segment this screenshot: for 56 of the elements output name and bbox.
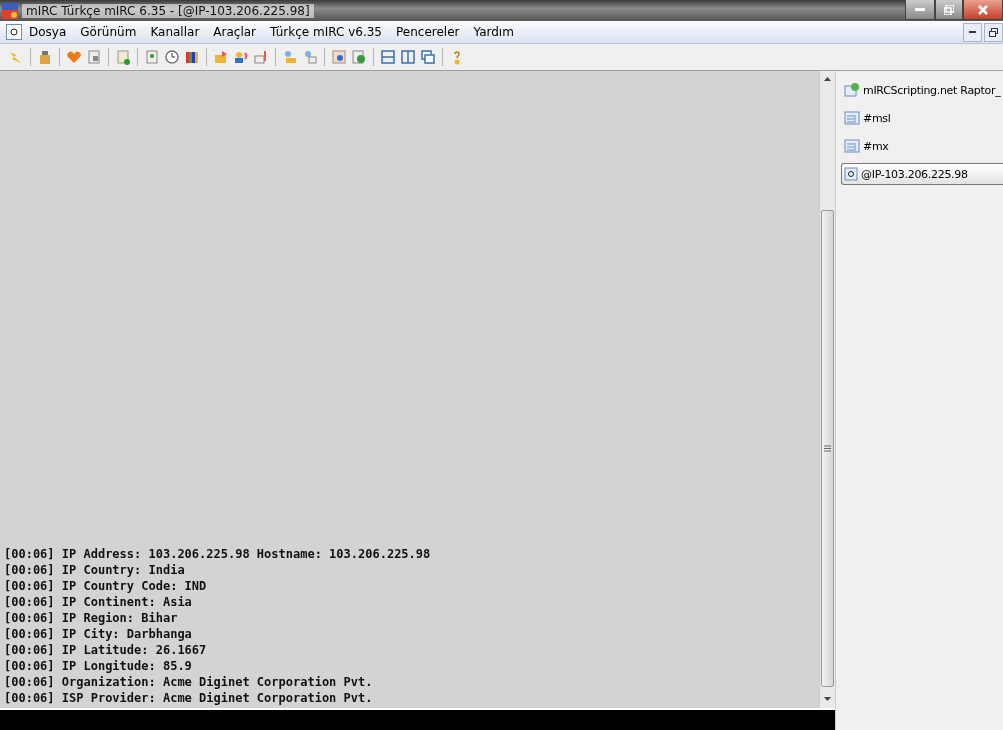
split-vertical-icon[interactable] [400,49,416,65]
window-list-item[interactable]: #mx [841,135,1003,157]
app-logo-icon [2,2,18,19]
log-line: [00:06] IP Country Code: IND [4,578,208,594]
log-line: [00:06] Organization: Acme Diginet Corporation Pvt. [4,674,374,690]
scroll-thumb[interactable] [821,210,834,687]
channel-window-icon [844,138,860,154]
person-icon[interactable] [233,49,249,65]
folder-icon[interactable] [213,49,229,65]
log-line: [00:06] IP Latitude: 26.1667 [4,642,208,658]
window-list-item[interactable]: #msl [841,107,1003,129]
query-window-icon [844,167,858,181]
window-menu-icon[interactable] [6,24,22,40]
menu-item[interactable]: Pencereler [389,25,467,39]
menu-item[interactable]: Kanallar [143,25,207,39]
grip-icon [824,445,831,452]
log-line: [00:06] ISP Provider: Acme Diginet Corporation Pvt. [4,690,374,706]
window-list-item[interactable]: mIRCScripting.net Raptor_ [841,79,1003,101]
close-icon [978,4,988,15]
channel-window-icon [844,110,860,126]
window-list-item[interactable]: @IP-103.206.225.98 [841,163,1003,185]
status-window-icon [844,82,860,98]
window-name: mIRCScripting.net Raptor_ [863,83,1001,97]
window-title: mIRC Türkçe mIRC 6.35 - [@IP-103.206.225.98] [22,3,314,18]
window-name: #mx [863,139,889,153]
menu-item[interactable]: Yardım [466,25,521,39]
minimize-button[interactable] [963,22,982,42]
minimize-button[interactable] [905,0,935,20]
books-icon[interactable] [184,49,200,65]
restore-button[interactable] [984,22,1003,42]
log-line: [00:06] IP Country: India [4,562,186,578]
menu-item[interactable]: Türkçe mIRC v6.35 [263,25,389,39]
window-name: @IP-103.206.225.98 [861,167,968,181]
scroll-up-icon[interactable] [823,75,832,84]
log-line: [00:06] IP Longitude: 85.9 [4,658,193,674]
menu-item[interactable]: Araçlar [206,25,264,39]
minimize-icon [915,7,925,12]
minimize-icon [969,31,976,33]
log-line: [00:06] IP City: Darbhanga [4,626,193,642]
close-button[interactable] [963,0,1003,20]
restore-icon [989,27,998,37]
restore-icon [944,4,954,15]
message-input[interactable] [0,708,835,730]
window-name: #msl [863,111,891,125]
scrollbar[interactable] [819,71,835,708]
menu-item[interactable]: Görünüm [73,25,144,39]
log-line: [00:06] IP Continent: Asia [4,594,193,610]
scroll-down-icon[interactable] [823,695,832,704]
heart-icon[interactable] [66,49,82,65]
menu-item[interactable]: Dosya [22,25,74,39]
cascade-icon[interactable] [420,49,436,65]
clock-icon[interactable] [164,49,180,65]
maximize-button[interactable] [935,0,963,20]
log-line: [00:06] IP Address: 103.206.225.98 Hostname: 103.206.225.98 [4,546,432,562]
split-horizontal-icon[interactable] [380,49,396,65]
log-line: [00:06] IP Region: Bihar [4,610,179,626]
